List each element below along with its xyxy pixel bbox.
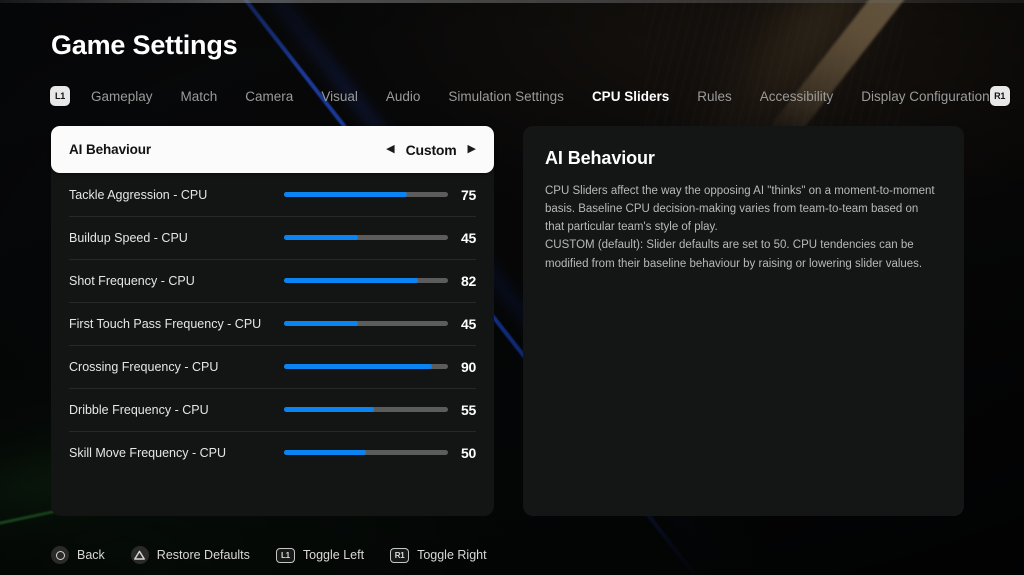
- slider-value: 55: [461, 401, 476, 418]
- button-hint[interactable]: Back: [51, 546, 105, 564]
- slider-label: Buildup Speed - CPU: [69, 230, 188, 245]
- slider-row[interactable]: First Touch Pass Frequency - CPU 45: [51, 302, 494, 345]
- info-paragraph: CPU Sliders affect the way the opposing …: [545, 185, 935, 234]
- bumper-badge-icon: L1: [275, 547, 295, 563]
- slider-row[interactable]: Crossing Frequency - CPU 90: [51, 345, 494, 388]
- tab-camera[interactable]: Camera: [245, 89, 293, 104]
- slider-track[interactable]: [284, 364, 448, 369]
- slider-value: 90: [461, 358, 476, 375]
- slider-track[interactable]: [284, 278, 448, 283]
- button-hint[interactable]: Restore Defaults: [130, 546, 250, 564]
- playstation-circle-icon: [51, 546, 69, 564]
- r1-bumper-icon[interactable]: R1: [989, 86, 1010, 106]
- tab-gameplay[interactable]: Gameplay: [91, 89, 153, 104]
- tab-accessibility[interactable]: Accessibility: [760, 89, 834, 104]
- slider-label: Crossing Frequency - CPU: [69, 359, 219, 374]
- slider-row[interactable]: Shot Frequency - CPU 82: [51, 259, 494, 302]
- ai-behaviour-preset-selector[interactable]: ◀ Custom ▶: [386, 142, 476, 158]
- tab-list: Gameplay Match Camera Visual Audio Simulation…: [91, 89, 990, 104]
- tab-visual[interactable]: Visual: [321, 89, 358, 104]
- tab-simulation-settings[interactable]: Simulation Settings: [448, 89, 564, 104]
- slider-value: 82: [461, 272, 476, 289]
- slider-track[interactable]: [284, 407, 448, 412]
- button-hint[interactable]: R1 Toggle Right: [390, 547, 487, 563]
- button-hint-label: Restore Defaults: [156, 548, 250, 562]
- circle-ring: [55, 550, 65, 560]
- slider-row[interactable]: Buildup Speed - CPU 45: [51, 216, 494, 259]
- l1-bumper-icon[interactable]: L1: [50, 86, 70, 106]
- slider-label: Tackle Aggression - CPU: [69, 187, 208, 202]
- slider-label: Skill Move Frequency - CPU: [69, 445, 226, 460]
- info-panel-body: CPU Sliders affect the way the opposing …: [545, 182, 940, 273]
- playstation-triangle-icon: [130, 546, 149, 564]
- slider-track[interactable]: [284, 321, 448, 326]
- slider-fill: [284, 407, 375, 412]
- tab-audio[interactable]: Audio: [386, 89, 421, 104]
- tab-match[interactable]: Match: [181, 89, 218, 104]
- page-title: Game Settings: [51, 30, 238, 60]
- slider-value: 45: [461, 315, 476, 332]
- slider-value: 50: [461, 444, 476, 461]
- bumper-badge-icon: R1: [390, 547, 410, 563]
- slider-value: 75: [461, 186, 476, 203]
- slider-fill: [284, 192, 407, 197]
- button-hint-bar: Back Restore Defaults L1 Toggle Left R1 Toggl…: [51, 542, 513, 568]
- tab-rules[interactable]: Rules: [697, 89, 732, 104]
- info-paragraph: CUSTOM (default): Slider defaults are se…: [545, 239, 923, 270]
- slider-fill: [284, 450, 366, 455]
- slider-label: First Touch Pass Frequency - CPU: [69, 316, 262, 331]
- info-panel: AI Behaviour CPU Sliders affect the way …: [523, 126, 964, 516]
- slider-row[interactable]: Skill Move Frequency - CPU 50: [51, 431, 494, 474]
- button-hint-label: Back: [77, 548, 105, 562]
- chevron-left-icon[interactable]: ◀: [386, 144, 394, 155]
- slider-list: Tackle Aggression - CPU 75 Buildup Speed -…: [51, 173, 494, 474]
- slider-fill: [284, 364, 432, 369]
- slider-track[interactable]: [284, 450, 448, 455]
- tab-cpu-sliders[interactable]: CPU Sliders: [592, 89, 669, 104]
- ai-behaviour-preset-label: AI Behaviour: [69, 142, 152, 157]
- ai-behaviour-preset-value: Custom: [405, 141, 457, 158]
- chevron-right-icon[interactable]: ▶: [468, 144, 476, 155]
- slider-label: Shot Frequency - CPU: [69, 273, 195, 288]
- slider-fill: [284, 321, 358, 326]
- slider-value: 45: [461, 229, 476, 246]
- slider-track[interactable]: [284, 235, 448, 240]
- slider-fill: [284, 235, 358, 240]
- button-hint-label: Toggle Right: [417, 548, 487, 562]
- slider-fill: [284, 278, 419, 283]
- slider-label: Dribble Frequency - CPU: [69, 402, 209, 417]
- button-hint[interactable]: L1 Toggle Left: [275, 547, 365, 563]
- info-panel-title: AI Behaviour: [545, 148, 655, 168]
- slider-track[interactable]: [284, 192, 448, 197]
- tab-bar: L1 Gameplay Match Camera Visual Audio Simulat…: [50, 84, 1010, 108]
- tab-display-configuration[interactable]: Display Configuration: [861, 89, 989, 104]
- button-hint-label: Toggle Left: [302, 548, 365, 562]
- slider-row[interactable]: Dribble Frequency - CPU 55: [51, 388, 494, 431]
- slider-row[interactable]: Tackle Aggression - CPU 75: [51, 173, 494, 216]
- ai-behaviour-preset-row[interactable]: AI Behaviour ◀ Custom ▶: [51, 126, 494, 173]
